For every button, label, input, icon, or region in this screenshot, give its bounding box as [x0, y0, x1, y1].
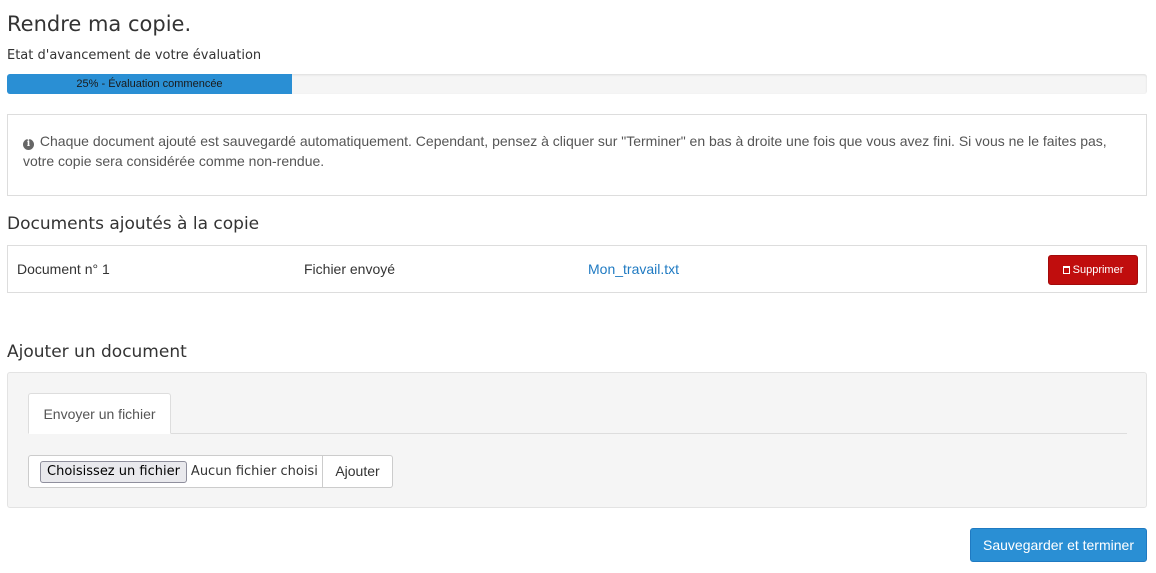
documents-table: Document n° 1 Fichier envoyé Mon_travail…: [7, 245, 1147, 293]
file-upload-group: Choisissez un fichier Aucun fichier choi…: [28, 455, 393, 488]
add-document-section-title: Ajouter un document: [7, 342, 187, 362]
progress-bar-fill: 25% - Évaluation commencée: [7, 74, 292, 94]
page-title: Rendre ma copie.: [7, 12, 192, 36]
delete-button[interactable]: Supprimer: [1048, 255, 1138, 285]
add-button[interactable]: Ajouter: [323, 455, 393, 488]
progress-bar-track: 25% - Évaluation commencée: [7, 74, 1147, 94]
trash-icon: [1062, 266, 1070, 274]
add-document-panel: Envoyer un fichier Choisissez un fichier…: [7, 372, 1147, 508]
info-box: i Chaque document ajouté est sauvegardé …: [7, 114, 1147, 196]
document-type: Fichier envoyé: [304, 261, 396, 277]
save-and-finish-button[interactable]: Sauvegarder et terminer: [970, 528, 1147, 562]
choose-file-button[interactable]: Choisissez un fichier: [40, 460, 187, 483]
info-text: Chaque document ajouté est sauvegardé au…: [23, 133, 1107, 169]
no-file-label: Aucun fichier choisi: [190, 464, 318, 479]
documents-section-title: Documents ajoutés à la copie: [7, 214, 260, 234]
delete-button-label: Supprimer: [1072, 264, 1124, 276]
file-input[interactable]: Choisissez un fichier Aucun fichier choi…: [28, 455, 323, 488]
progress-label: Etat d'avancement de votre évaluation: [7, 48, 262, 63]
info-circle-icon: i: [23, 139, 34, 150]
document-name: Document n° 1: [17, 261, 110, 277]
document-file-link[interactable]: Mon_travail.txt: [588, 246, 679, 292]
tab-upload-file[interactable]: Envoyer un fichier: [28, 393, 171, 434]
tabs-divider: [28, 433, 1127, 434]
